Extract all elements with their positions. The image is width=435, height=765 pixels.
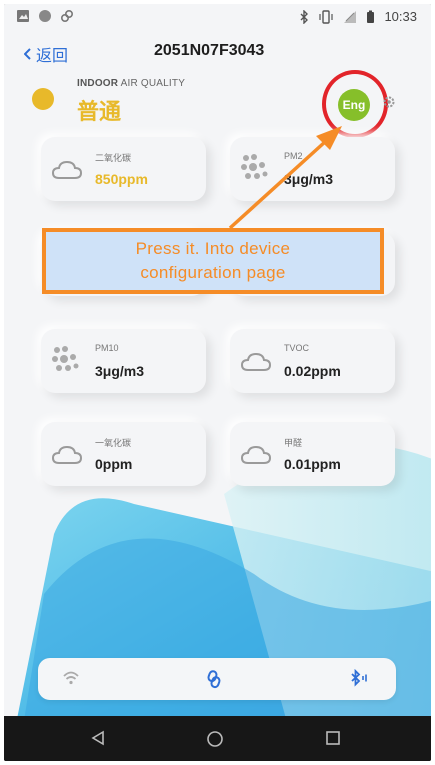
annotation-line-2: configuration page [140,263,286,282]
connection-bar [38,658,396,700]
system-nav-bar [4,716,431,761]
annotation-arrow [228,126,342,230]
annotation-line-1: Press it. Into device [135,239,291,258]
link-icon[interactable] [206,669,222,689]
recent-apps-icon[interactable] [326,731,340,745]
home-icon[interactable] [206,730,224,748]
app-screen: 10:33 返回 2051N07F3043 INDOOR AIR QUALITY… [4,4,431,716]
annotation-callout: Press it. Into device configuration page [42,228,384,294]
device-frame: 10:33 返回 2051N07F3043 INDOOR AIR QUALITY… [4,4,431,761]
bluetooth-icon[interactable] [350,669,370,687]
wifi-icon[interactable] [62,670,80,686]
back-icon[interactable] [90,730,106,746]
